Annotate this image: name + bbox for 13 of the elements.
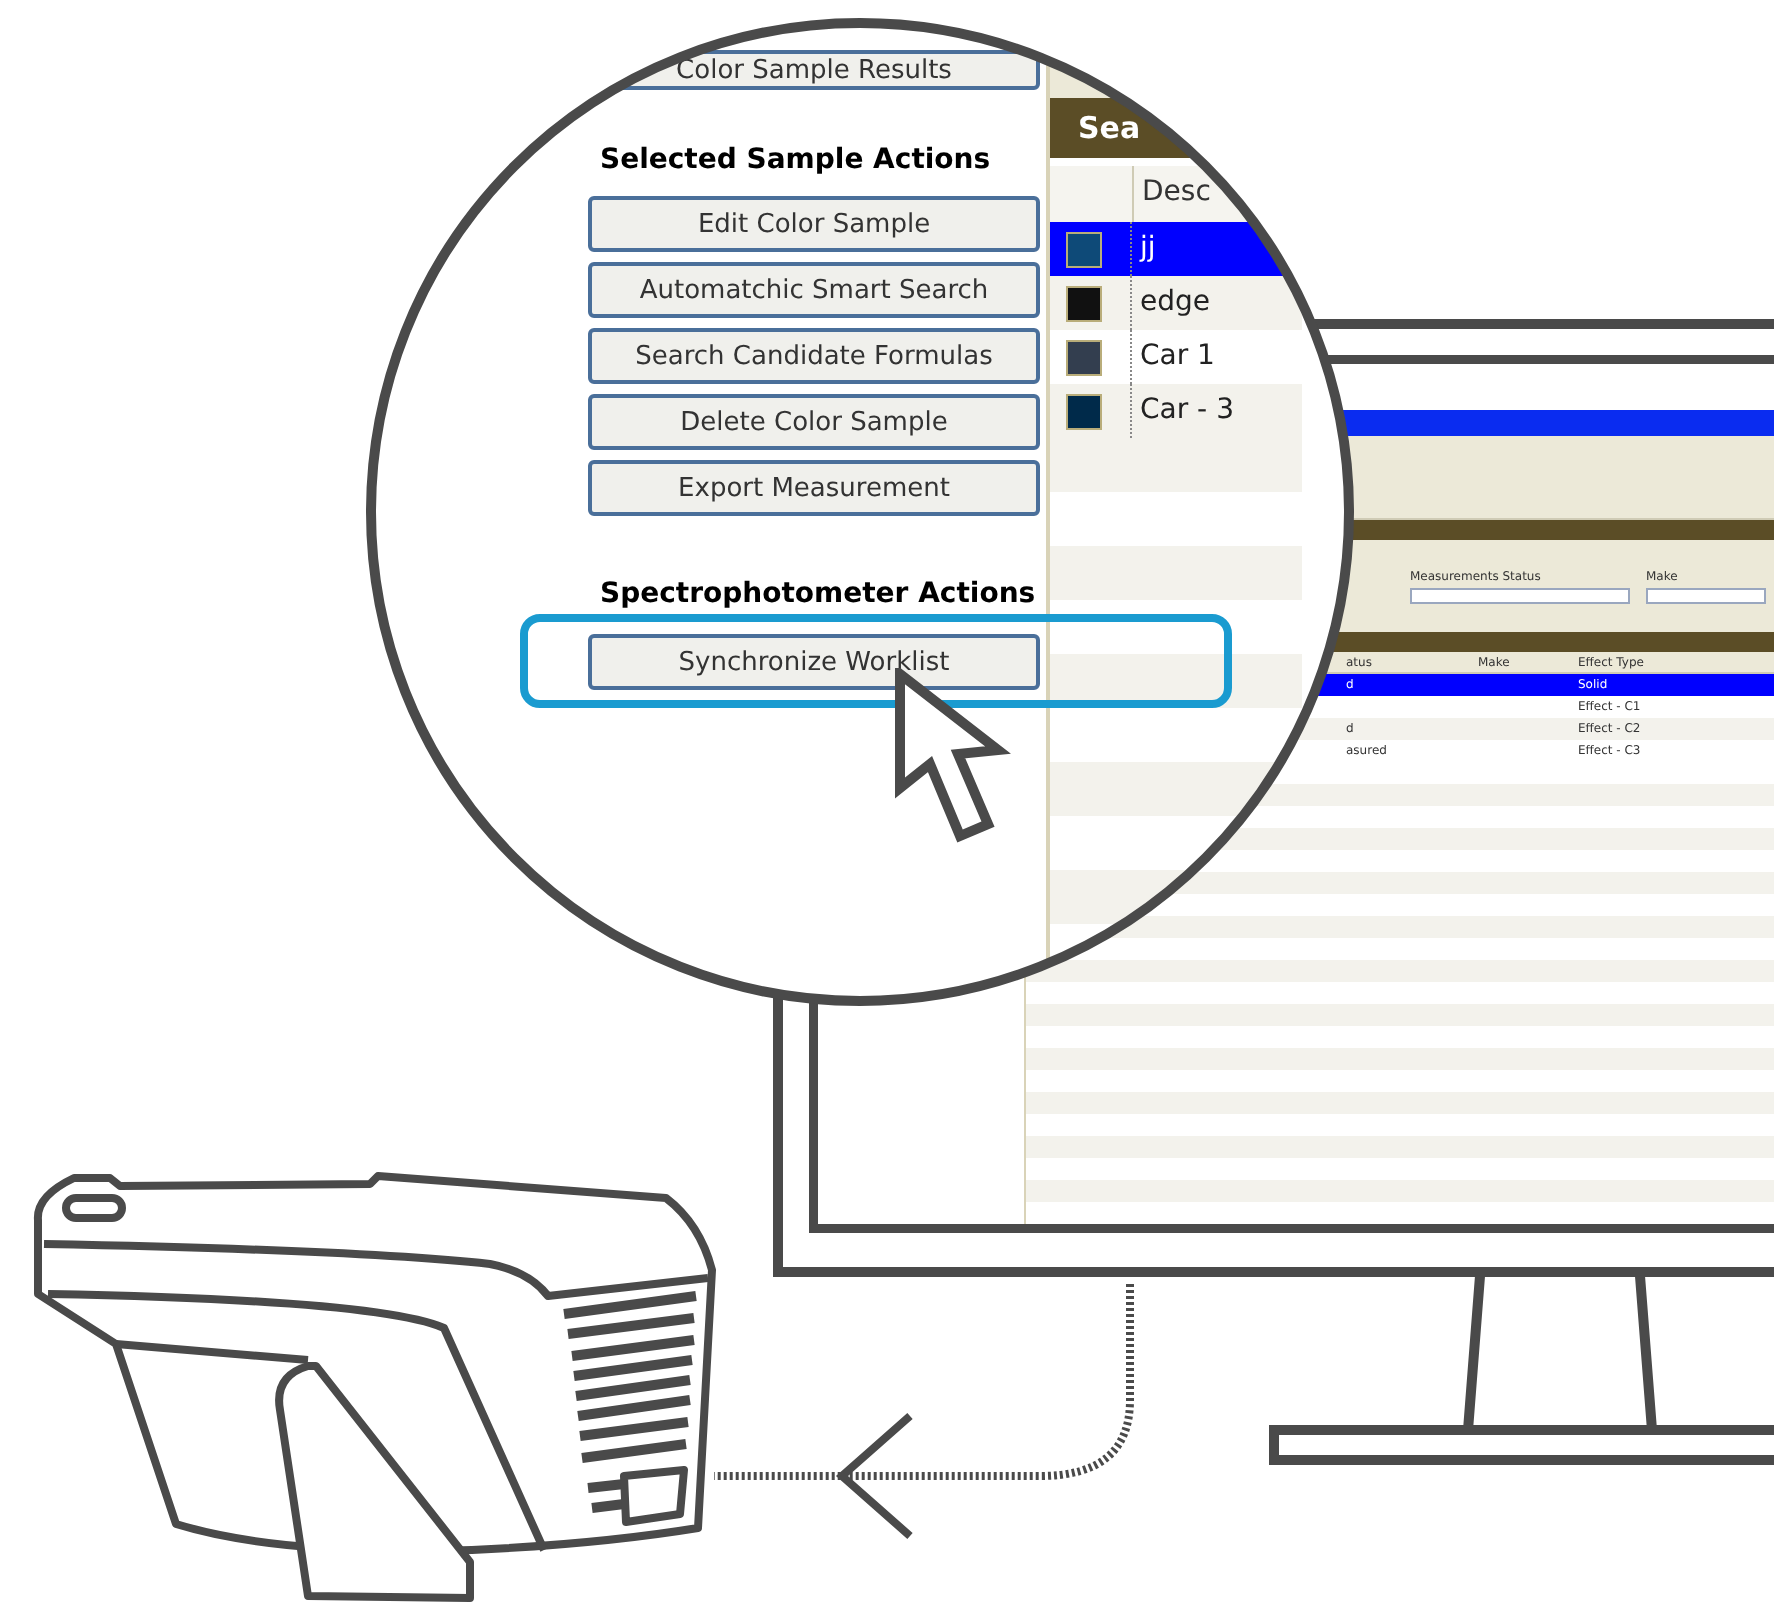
action-button[interactable]: Delete Color Sample bbox=[588, 394, 1040, 450]
action-button[interactable]: Automatchic Smart Search bbox=[588, 262, 1040, 318]
action-button[interactable]: Search Candidate Formulas bbox=[588, 328, 1040, 384]
action-button[interactable]: Edit Color Sample bbox=[588, 196, 1040, 252]
sample-row[interactable]: Car - 3 bbox=[1050, 384, 1302, 438]
section-heading: Spectrophotometer Actions bbox=[598, 576, 1038, 614]
sample-row[interactable]: edge bbox=[1050, 276, 1302, 330]
input-field[interactable] bbox=[1646, 588, 1766, 604]
dropdown-field[interactable] bbox=[1410, 588, 1630, 604]
column-header: Desc bbox=[1140, 174, 1211, 212]
section-heading: Selected Sample Actions bbox=[598, 142, 993, 180]
action-button[interactable]: Synchronize Worklist bbox=[588, 634, 1040, 690]
action-button[interactable]: Export Measurement bbox=[588, 460, 1040, 516]
